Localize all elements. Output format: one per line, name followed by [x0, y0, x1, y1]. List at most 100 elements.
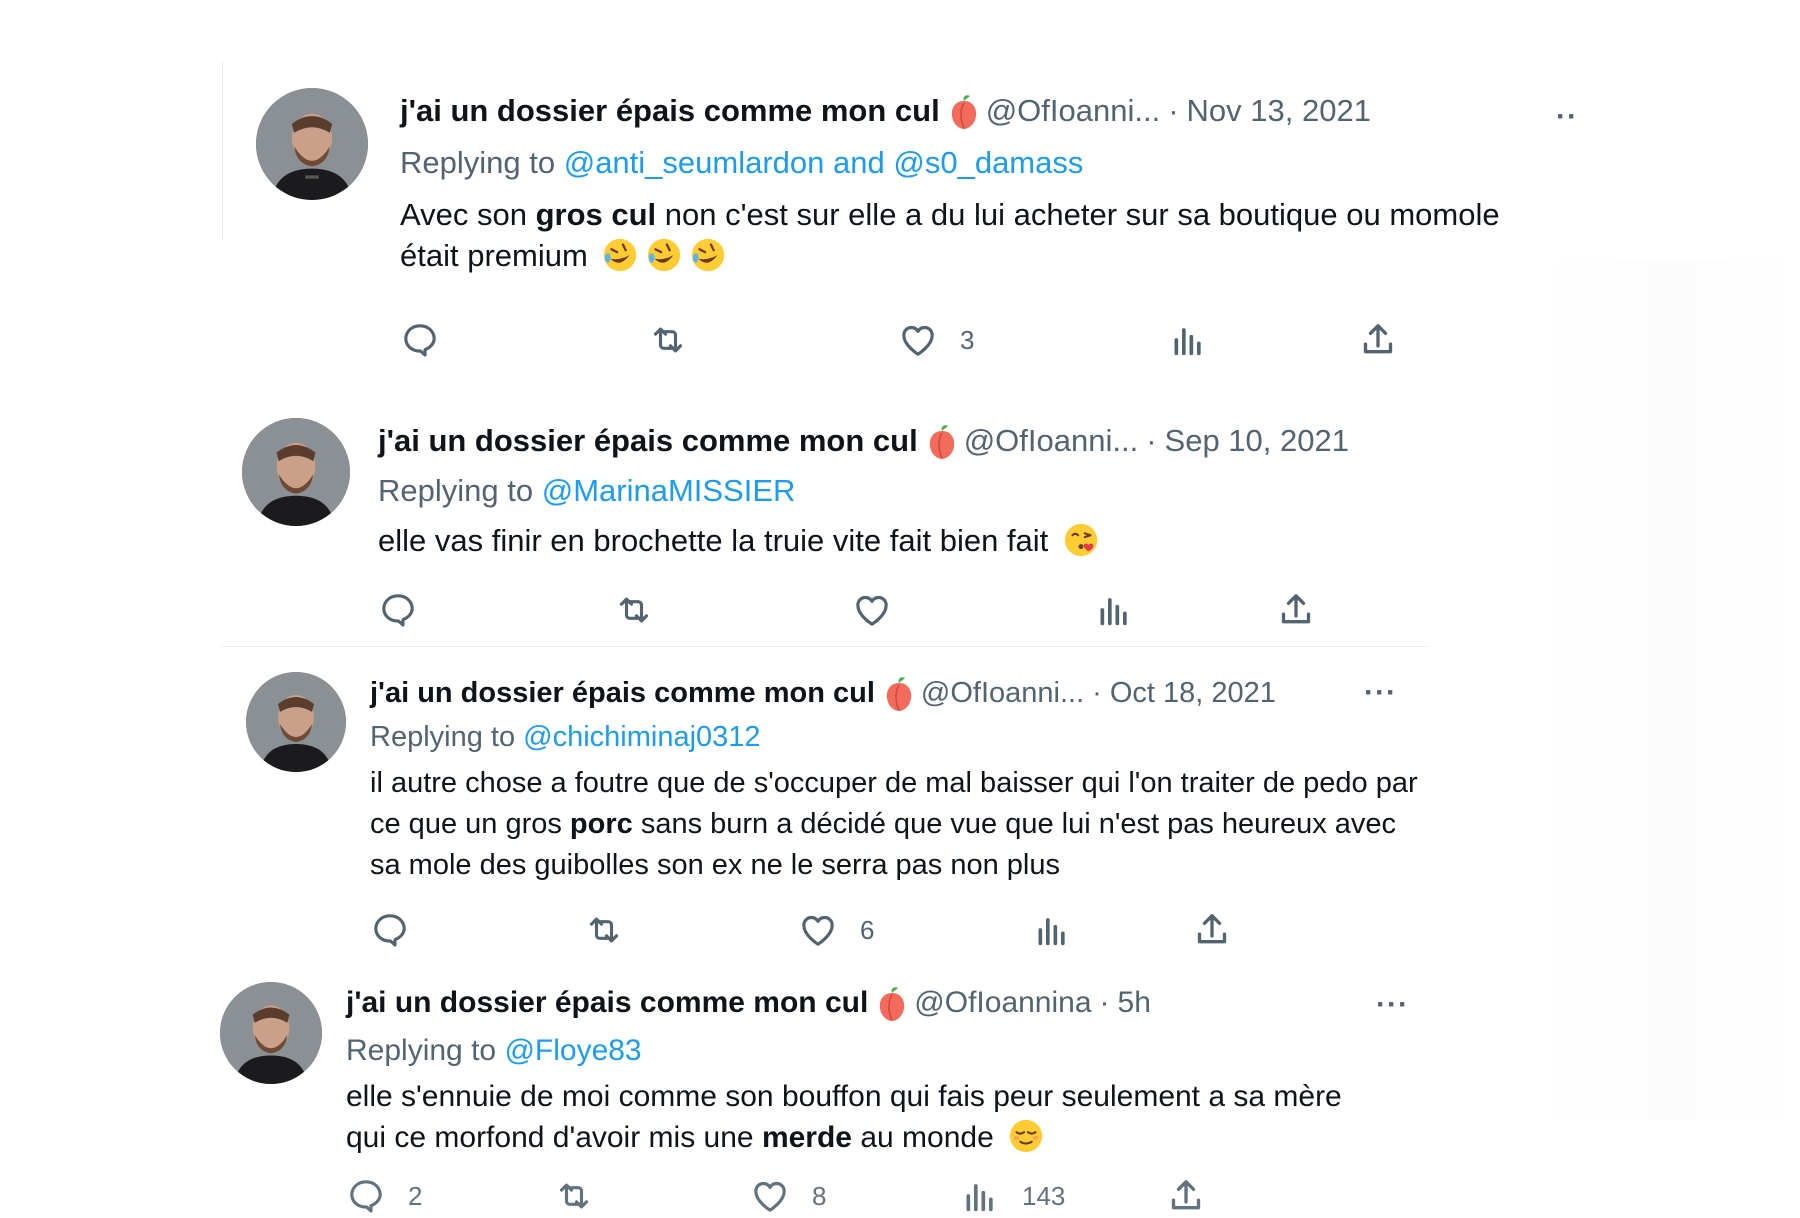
avatar-image: [242, 418, 350, 526]
replying-to-label: Replying to: [378, 473, 534, 508]
display-name[interactable]: j'ai un dossier épais comme mon cul: [400, 92, 940, 130]
replying-to-label: Replying to: [400, 145, 556, 180]
user-handle[interactable]: @OfIoanni...: [964, 422, 1139, 460]
retweet-button[interactable]: [614, 588, 654, 632]
tweet-header: j'ai un dossier épais comme mon cul @OfI…: [346, 984, 1151, 1022]
reply-count: 2: [408, 1180, 423, 1211]
views-button[interactable]: 143: [960, 1174, 1065, 1218]
separator-dot: ·: [1146, 423, 1157, 458]
reply-icon: [374, 914, 406, 947]
user-handle[interactable]: @OfIoannina: [914, 984, 1091, 1022]
like-count: 6: [860, 914, 875, 945]
peach-icon: [948, 92, 980, 130]
tweet-separator: [222, 646, 1428, 647]
tweet-text-bold: gros cul: [535, 197, 657, 232]
reply-mention[interactable]: @Floye83: [504, 1034, 641, 1067]
views-icon: [1038, 918, 1065, 946]
retweet-icon: [653, 327, 683, 353]
peach-icon: [876, 984, 908, 1022]
tweet-text-part: elle vas finir en brochette la truie vit…: [378, 523, 1049, 558]
retweet-button[interactable]: [584, 908, 624, 952]
user-handle[interactable]: @OfIoanni...: [986, 92, 1161, 130]
reply-mention[interactable]: @anti_seumlardon: [564, 145, 825, 180]
avatar[interactable]: [256, 88, 368, 200]
face-blowing-kiss-icon: [1061, 521, 1101, 559]
separator-dot: ·: [1092, 677, 1102, 709]
tweet-text: il autre chose a foutre que de s'occuper…: [370, 763, 1430, 886]
replying-to-label: Replying to: [346, 1034, 497, 1067]
like-count: 8: [812, 1180, 827, 1211]
avatar[interactable]: [242, 418, 350, 526]
like-button[interactable]: 6: [798, 908, 874, 952]
avatar[interactable]: [220, 982, 322, 1084]
reply-mention[interactable]: @s0_damass: [893, 145, 1083, 180]
tweet-actions: [378, 588, 1358, 632]
avatar-image: [246, 672, 346, 772]
view-count: 143: [1022, 1180, 1066, 1211]
like-button[interactable]: [852, 588, 892, 632]
tweet-actions: 3: [400, 318, 1400, 362]
separator-dot: ·: [1099, 986, 1110, 1019]
retweet-icon: [559, 1183, 589, 1209]
display-name[interactable]: j'ai un dossier épais comme mon cul: [378, 422, 918, 460]
tweet-text: elle vas finir en brochette la truie vit…: [378, 520, 1478, 561]
tweet-text-part: Avec son: [400, 197, 536, 232]
display-name[interactable]: j'ai un dossier épais comme mon cul: [346, 984, 868, 1022]
peach-icon: [883, 674, 915, 712]
views-button[interactable]: [1094, 588, 1134, 632]
reply-button[interactable]: 2: [346, 1174, 422, 1218]
rolling-on-floor-laughing-icon: [600, 236, 640, 274]
avatar-image: [256, 88, 368, 200]
retweet-button[interactable]: [554, 1174, 594, 1218]
tweet-text-bold: porc: [569, 808, 633, 840]
share-button[interactable]: [1166, 1174, 1206, 1218]
timestamp[interactable]: Sep 10, 2021: [1165, 422, 1349, 460]
replying-to: Replying to @anti_seumlardon and @s0_dam…: [400, 144, 1083, 182]
share-button[interactable]: [1276, 588, 1316, 632]
share-icon: [1171, 1180, 1201, 1210]
timestamp[interactable]: Oct 18, 2021: [1110, 674, 1276, 712]
heart-icon: [802, 915, 834, 946]
left-border: [222, 62, 223, 240]
reply-mention[interactable]: @chichiminaj0312: [523, 721, 760, 753]
tweet-actions: 2 8 143: [346, 1174, 1226, 1218]
reply-button[interactable]: [378, 588, 418, 632]
replying-to-label: Replying to: [370, 721, 516, 753]
more-icon[interactable]: ···: [1364, 678, 1397, 708]
tweet-actions: 6: [370, 908, 1250, 952]
views-button[interactable]: [1168, 318, 1208, 362]
more-icon[interactable]: ···: [1376, 990, 1409, 1020]
peach-icon: [926, 422, 958, 460]
tweet-text-part: au monde: [851, 1121, 994, 1154]
like-button[interactable]: 3: [898, 318, 974, 362]
relieved-face-icon: [1006, 1117, 1046, 1155]
reply-conjunction: and: [833, 145, 885, 180]
avatar[interactable]: [246, 672, 346, 772]
like-button[interactable]: 8: [750, 1174, 826, 1218]
user-handle[interactable]: @OfIoanni...: [921, 674, 1084, 712]
views-icon: [1174, 328, 1201, 356]
timestamp[interactable]: Nov 13, 2021: [1187, 92, 1371, 130]
share-button[interactable]: [1192, 908, 1232, 952]
share-button[interactable]: [1358, 318, 1398, 362]
views-icon: [966, 1184, 993, 1212]
rolling-on-floor-laughing-icon: [644, 236, 684, 274]
share-icon: [1363, 324, 1393, 354]
tweet-header: j'ai un dossier épais comme mon cul @OfI…: [378, 422, 1349, 460]
retweet-button[interactable]: [648, 318, 688, 362]
background-watermark: [1540, 260, 1800, 1120]
more-icon[interactable]: ··: [1556, 102, 1578, 132]
display-name[interactable]: j'ai un dossier épais comme mon cul: [370, 674, 875, 712]
timestamp[interactable]: 5h: [1118, 984, 1151, 1022]
heart-icon: [754, 1181, 786, 1212]
replying-to: Replying to @chichiminaj0312: [370, 718, 761, 756]
reply-icon: [382, 594, 414, 627]
reply-mention[interactable]: @MarinaMISSIER: [542, 473, 796, 508]
reply-icon: [350, 1180, 382, 1213]
reply-icon: [404, 324, 436, 357]
reply-button[interactable]: [400, 318, 440, 362]
views-button[interactable]: [1032, 908, 1072, 952]
replying-to: Replying to @Floye83: [346, 1032, 642, 1070]
retweet-icon: [619, 597, 649, 623]
reply-button[interactable]: [370, 908, 410, 952]
